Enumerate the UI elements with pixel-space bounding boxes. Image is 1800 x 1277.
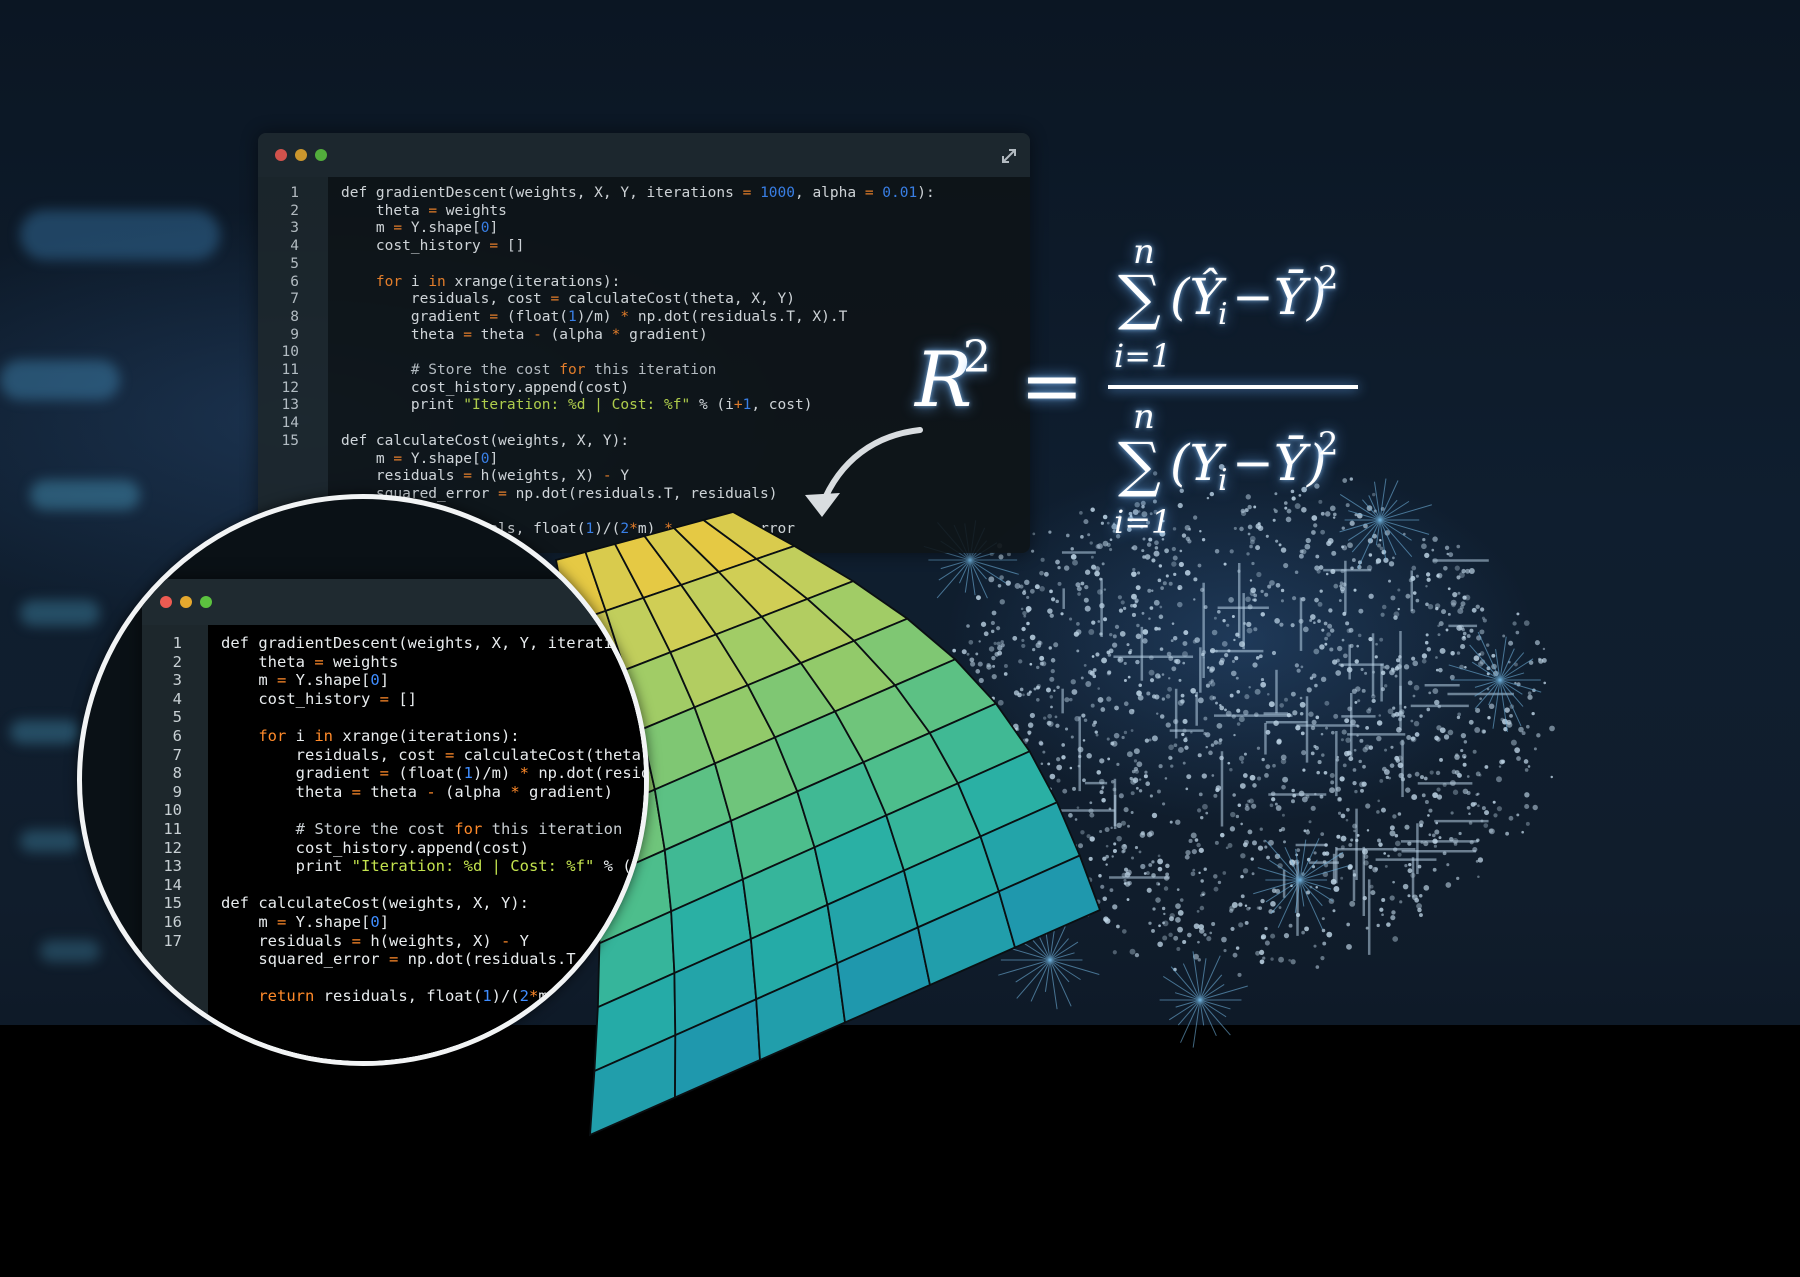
code-line: cost_history = []: [221, 689, 417, 708]
code-line: def gradientDescent(weights, X, Y, itera…: [221, 634, 649, 652]
code-line: residuals, cost = calculateCost(theta, X…: [221, 745, 649, 764]
code-line: theta = theta - (alpha * gradient): [221, 782, 613, 801]
code-line: cost_history.append(cost): [221, 838, 529, 857]
line-number: 1: [172, 634, 182, 652]
line-number: 10: [163, 801, 182, 820]
line-number: 8: [172, 764, 182, 783]
scene-canvas: def gradientDescent(weights, X, Y, itera…: [0, 0, 1800, 1277]
line-number: 9: [172, 782, 182, 801]
denominator-term: (Y: [1170, 434, 1223, 492]
code-line: m = Y.shape[0]: [221, 671, 390, 690]
line-number: 11: [163, 820, 182, 838]
line-number: 15: [163, 894, 182, 913]
line-number: 13: [163, 857, 182, 876]
line-number: 14: [163, 875, 182, 894]
code-line: return residuals, float(1)/(2*m) * squar…: [258, 987, 644, 1006]
code-line: theta = weights: [221, 652, 399, 671]
line-number: 7: [172, 745, 182, 764]
line-number: 6: [172, 727, 182, 745]
denominator-lower-limit: i=1: [1114, 503, 1172, 541]
code-line: squared_error = np.dot(residuals.T, resi…: [221, 950, 644, 969]
line-number: 17: [163, 931, 182, 950]
close-dot[interactable]: [160, 596, 172, 608]
code-line: m = Y.shape[0]: [221, 913, 390, 931]
numerator-sum-symbol: ∑: [1118, 263, 1161, 333]
line-number: 2: [172, 652, 182, 671]
line-number: 16: [163, 913, 182, 931]
window-titlebar: [142, 579, 644, 625]
minimize-dot[interactable]: [180, 596, 192, 608]
code-line: for i in xrange(iterations):: [258, 727, 520, 745]
fraction-bar: [1108, 385, 1358, 389]
code-line: residuals = h(weights, X) - Y: [221, 931, 529, 950]
denominator-mean: −Ȳ): [1232, 434, 1327, 492]
line-number: 4: [172, 689, 182, 708]
line-number: 5: [172, 708, 182, 727]
line-number: 12: [163, 838, 182, 857]
denominator-sum-symbol: ∑: [1118, 430, 1161, 500]
code-line: gradient = (float(1)/m) * np.dot(residua…: [221, 764, 644, 783]
numerator-term: (Ŷ: [1170, 268, 1223, 326]
r-squared-formula: R 2 = n ∑ (Ŷ i −Ȳ) 2 i=1 n ∑ (Y i −Ȳ) 2 …: [900, 230, 1380, 550]
denominator-upper-limit: n: [1133, 397, 1155, 437]
code-line: print "Iteration: %d | Cost: %f" % (i+1,…: [295, 857, 644, 876]
code-line: def calculateCost(weights, X, Y):: [221, 894, 529, 913]
numerator-square: 2: [1318, 259, 1339, 297]
line-number: 3: [172, 671, 182, 690]
numerator-mean: −Ȳ): [1232, 268, 1327, 326]
denominator-square: 2: [1318, 425, 1339, 463]
numerator-subscript: i: [1218, 297, 1228, 332]
zoomed-code-editor-window: def gradientDescent(weights, X, Y, itera…: [142, 579, 649, 1061]
denominator-subscript: i: [1218, 463, 1228, 498]
maximize-dot[interactable]: [200, 596, 212, 608]
formula-lhs-power: 2: [963, 332, 991, 383]
code-line: # Store the cost for this iteration: [295, 820, 623, 838]
numerator-lower-limit: i=1: [1114, 337, 1172, 375]
formula-equals: =: [1020, 341, 1084, 430]
magnifier-zoom-circle: def gradientDescent(weights, X, Y, itera…: [77, 494, 649, 1066]
